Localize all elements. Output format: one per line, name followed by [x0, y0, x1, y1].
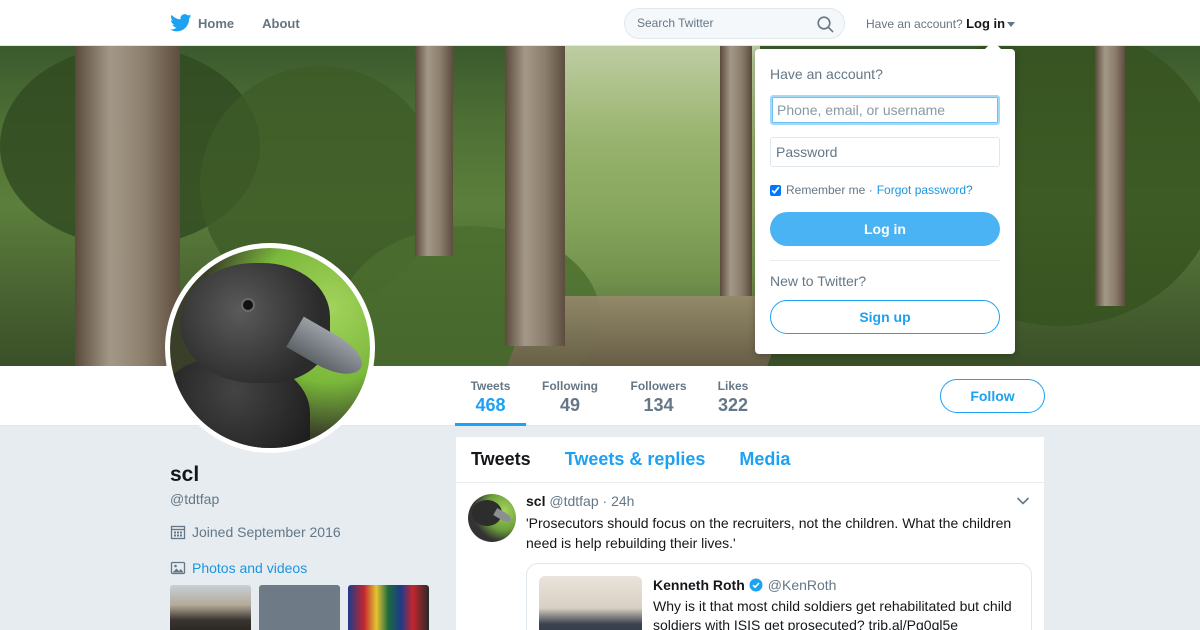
- avatar-bird-eye: [243, 300, 253, 310]
- nav-home-link[interactable]: Home: [170, 14, 234, 32]
- profile-handle[interactable]: @tdtfap: [170, 491, 219, 507]
- password-field[interactable]: [770, 137, 1000, 167]
- top-navigation: Home About Have an account? Log in: [0, 0, 1200, 46]
- photos-videos-link[interactable]: Photos and videos: [170, 560, 307, 576]
- nav-about-label: About: [262, 15, 300, 31]
- account-prompt: Have an account?: [866, 17, 963, 31]
- media-thumbnail[interactable]: [348, 585, 429, 630]
- stat-following[interactable]: Following 49: [537, 366, 603, 426]
- follow-button[interactable]: Follow: [940, 379, 1045, 413]
- media-thumbnail[interactable]: [259, 585, 340, 630]
- forgot-password-link[interactable]: Forgot password?: [877, 183, 973, 197]
- stat-label: Followers: [630, 379, 687, 393]
- divider: [770, 260, 1000, 261]
- tweet-avatar[interactable]: [468, 494, 516, 542]
- stat-value: 468: [475, 395, 506, 415]
- nav-left: Home About: [170, 0, 328, 46]
- photos-videos-label: Photos and videos: [192, 560, 308, 576]
- quoted-tweet-image: [539, 576, 642, 630]
- tweet[interactable]: scl @tdtfap · 24h 'Prosecutors should fo…: [456, 484, 1044, 630]
- tweet-text: 'Prosecutors should focus on the recruit…: [526, 515, 1012, 551]
- tweet-time[interactable]: 24h: [611, 493, 634, 509]
- timeline-tabs: Tweets Tweets & replies Media: [456, 437, 1044, 483]
- banner-trunk: [75, 46, 180, 366]
- tweet-separator: ·: [602, 493, 608, 509]
- username-field[interactable]: [770, 95, 1000, 125]
- tweet-header: scl @tdtfap · 24h: [526, 493, 634, 509]
- stat-likes[interactable]: Likes 322: [711, 366, 755, 426]
- media-thumbnail[interactable]: [170, 585, 251, 630]
- stat-label: Likes: [717, 379, 749, 393]
- search-box: [624, 8, 845, 39]
- stat-followers[interactable]: Followers 134: [625, 366, 692, 426]
- quoted-author-name: Kenneth Roth: [653, 577, 745, 593]
- quoted-tweet[interactable]: Kenneth Roth @KenRoth Why is it that mos…: [526, 563, 1032, 630]
- tweet-author-name[interactable]: scl: [526, 493, 545, 509]
- joined-date: Joined September 2016: [170, 524, 341, 540]
- nav-about-link[interactable]: About: [262, 16, 300, 31]
- nav-home-label: Home: [198, 15, 235, 31]
- image-icon: [170, 561, 186, 575]
- profile-name[interactable]: scl: [170, 463, 199, 487]
- calendar-icon: [170, 525, 186, 540]
- banner-trunk: [415, 46, 453, 256]
- joined-label: Joined September 2016: [192, 524, 341, 540]
- quoted-tweet-header: Kenneth Roth @KenRoth: [653, 577, 836, 593]
- profile-avatar[interactable]: [165, 243, 375, 453]
- account-menu[interactable]: Have an account? Log in: [866, 16, 1016, 31]
- login-button[interactable]: Log in: [770, 212, 1000, 246]
- timeline: Tweets Tweets & replies Media scl @tdtfa…: [456, 437, 1044, 630]
- banner-trunk: [720, 46, 752, 296]
- search-input[interactable]: [637, 16, 807, 30]
- stat-value: 134: [643, 395, 674, 415]
- signup-button[interactable]: Sign up: [770, 300, 1000, 334]
- twitter-bird-icon: [170, 14, 192, 32]
- quoted-author-handle: @KenRoth: [767, 577, 837, 593]
- tab-tweets[interactable]: Tweets: [471, 449, 531, 470]
- banner-trunk: [1095, 46, 1125, 306]
- caret-down-icon: [1007, 22, 1016, 28]
- remember-me-checkbox[interactable]: [770, 184, 781, 196]
- remember-me: Remember me · Forgot password?: [770, 183, 973, 197]
- search-icon[interactable]: [817, 16, 834, 33]
- stat-label: Following: [542, 379, 598, 393]
- stat-value: 322: [717, 395, 749, 415]
- stat-tweets[interactable]: Tweets 468: [455, 366, 526, 426]
- verified-badge-icon: [749, 578, 763, 592]
- quoted-tweet-text: Why is it that most child soldiers get r…: [653, 598, 1012, 630]
- tab-tweets-replies[interactable]: Tweets & replies: [565, 449, 706, 470]
- login-dropdown-title: Have an account?: [770, 66, 883, 82]
- chevron-down-icon[interactable]: [1016, 496, 1030, 506]
- remember-me-label: Remember me ·: [786, 183, 873, 197]
- tab-media[interactable]: Media: [739, 449, 790, 470]
- dropdown-arrow: [985, 41, 1001, 49]
- stat-value: 49: [559, 395, 581, 415]
- login-dropdown: Have an account? Remember me · Forgot pa…: [755, 41, 1015, 354]
- tweet-author-handle[interactable]: @tdtfap: [549, 493, 598, 509]
- banner-trunk: [505, 46, 565, 346]
- login-menu-label[interactable]: Log in: [966, 16, 1005, 31]
- new-to-twitter: New to Twitter?: [770, 273, 867, 289]
- stat-label: Tweets: [470, 379, 511, 393]
